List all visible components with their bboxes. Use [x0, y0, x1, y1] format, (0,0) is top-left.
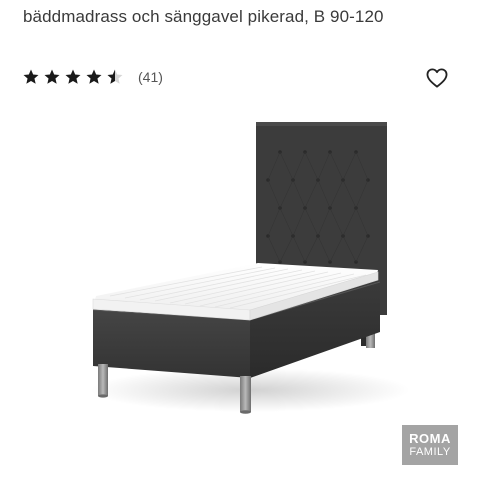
product-subtitle: bäddmadrass och sänggavel pikerad, B 90-…: [23, 7, 384, 26]
star-icon: [44, 69, 60, 84]
product-image: [90, 122, 410, 414]
star-icon: [23, 69, 39, 84]
rating-row[interactable]: (41): [22, 68, 163, 86]
star-icon: [86, 69, 102, 84]
heart-outline-icon[interactable]: [426, 68, 448, 88]
star-rating: [22, 68, 124, 86]
brand-logo: ROMA FAMILY: [402, 425, 458, 465]
brand-line2: FAMILY: [409, 445, 451, 458]
star-icon: [65, 69, 81, 84]
brand-line1: ROMA: [409, 430, 451, 446]
star-half-icon: [107, 69, 123, 84]
review-count[interactable]: (41): [138, 69, 163, 85]
